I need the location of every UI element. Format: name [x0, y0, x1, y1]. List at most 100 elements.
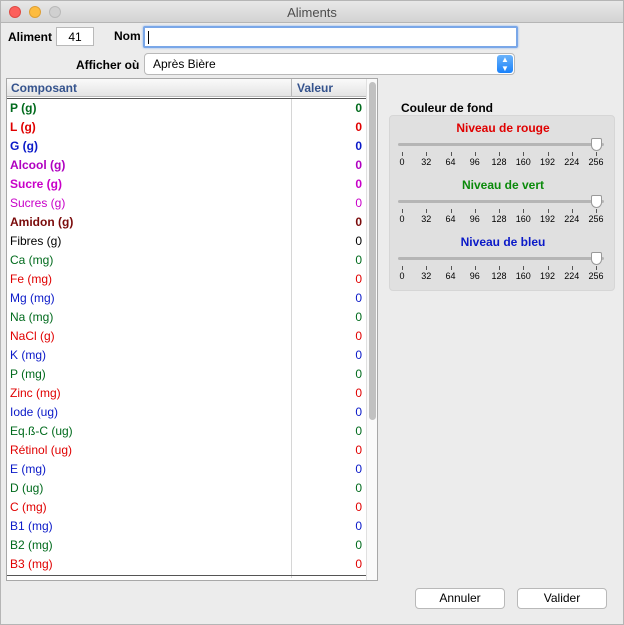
slider-knob[interactable]	[591, 252, 602, 265]
table-row[interactable]: Na (mg) 0	[7, 307, 366, 326]
valeur-cell[interactable]: 0	[355, 120, 362, 134]
valider-button[interactable]: Valider	[517, 588, 607, 609]
aliment-label: Aliment	[8, 30, 53, 44]
table-row[interactable]: L (g) 0	[7, 117, 366, 136]
slider-tick	[523, 266, 525, 270]
table-row[interactable]: Alcool (g) 0	[7, 155, 366, 174]
table-row[interactable]: Sucres (g) 0	[7, 193, 366, 212]
slider-tick-label: 224	[564, 157, 580, 167]
table-row[interactable]: Fibres (g) 0	[7, 231, 366, 250]
valeur-cell[interactable]: 0	[355, 234, 362, 248]
nom-input[interactable]	[143, 26, 518, 48]
slider-tick	[426, 266, 428, 270]
valeur-cell[interactable]: 0	[355, 158, 362, 172]
valeur-cell[interactable]: 0	[355, 272, 362, 286]
table-row[interactable]: Mg (mg) 0	[7, 288, 366, 307]
valeur-cell[interactable]: 0	[355, 443, 362, 457]
valeur-cell[interactable]: 0	[355, 348, 362, 362]
scrollbar-thumb[interactable]	[369, 82, 376, 420]
table-row[interactable]: Amidon (g) 0	[7, 212, 366, 231]
composant-cell: E (mg)	[10, 462, 46, 476]
slider-tick	[499, 209, 500, 213]
column-header-valeur[interactable]: Valeur	[297, 81, 333, 95]
slider-tick	[571, 209, 573, 213]
slider-tick	[450, 152, 452, 156]
valeur-cell[interactable]: 0	[355, 310, 362, 324]
composant-cell: Sucres (g)	[10, 196, 66, 210]
valeur-cell[interactable]: 0	[355, 291, 362, 305]
slider-tick-label: 192	[539, 157, 556, 167]
vertical-scrollbar[interactable]	[366, 79, 377, 580]
table-row[interactable]: P (g) 0	[7, 98, 366, 117]
slider-track[interactable]	[398, 200, 604, 203]
slider-tick-label: 224	[564, 214, 580, 224]
slider-knob[interactable]	[591, 195, 602, 208]
afficher-select-value: Après Bière	[153, 57, 216, 71]
valeur-cell[interactable]: 0	[355, 215, 362, 229]
slider-tick	[426, 209, 428, 213]
slider-tick	[596, 266, 597, 270]
slider-tick-label: 32	[421, 157, 432, 167]
slider-tick	[523, 209, 525, 213]
table-row[interactable]: G (g) 0	[7, 136, 366, 155]
table-row[interactable]: B3 (mg) 0	[7, 554, 366, 573]
valeur-cell[interactable]: 0	[355, 177, 362, 191]
composant-cell: D (ug)	[10, 481, 44, 495]
valeur-cell[interactable]: 0	[355, 519, 362, 533]
table-row[interactable]: Eq.ß-C (ug) 0	[7, 421, 366, 440]
valeur-cell[interactable]: 0	[355, 367, 362, 381]
table-row[interactable]: Ca (mg) 0	[7, 250, 366, 269]
chevron-updown-icon[interactable]: ▲ ▼	[497, 55, 513, 73]
table-row[interactable]: E (mg) 0	[7, 459, 366, 478]
table-row[interactable]: Sucre (g) 0	[7, 174, 366, 193]
slider-tick	[596, 209, 597, 213]
slider-tick	[474, 266, 476, 270]
table-row[interactable]: Rétinol (ug) 0	[7, 440, 366, 459]
slider-knob[interactable]	[591, 138, 602, 151]
valeur-cell[interactable]: 0	[355, 538, 362, 552]
annuler-button[interactable]: Annuler	[415, 588, 505, 609]
valeur-cell[interactable]: 0	[355, 196, 362, 210]
composant-cell: Rétinol (ug)	[10, 443, 73, 457]
valeur-cell[interactable]: 0	[355, 253, 362, 267]
slider-tick-label: 0	[399, 157, 405, 167]
slider-track[interactable]	[398, 257, 604, 260]
afficher-select[interactable]: Après Bière ▲ ▼	[144, 53, 515, 75]
slider-tick	[402, 266, 403, 270]
table-row[interactable]: D (ug) 0	[7, 478, 366, 497]
slider-tick-label: 0	[399, 271, 405, 281]
slider-track[interactable]	[398, 143, 604, 146]
slider-tick	[499, 152, 500, 156]
valeur-cell[interactable]: 0	[355, 329, 362, 343]
valeur-cell[interactable]: 0	[355, 101, 362, 115]
valeur-cell[interactable]: 0	[355, 500, 362, 514]
valeur-cell[interactable]: 0	[355, 405, 362, 419]
slider-tick-label: 96	[469, 157, 480, 167]
column-header-composant[interactable]: Composant	[11, 81, 77, 95]
table-row[interactable]: Iode (ug) 0	[7, 402, 366, 421]
table-row[interactable]: B2 (mg) 0	[7, 535, 366, 554]
slider-tick	[523, 152, 525, 156]
slider-tick	[426, 152, 428, 156]
table-row[interactable]: Fe (mg) 0	[7, 269, 366, 288]
composant-cell: P (g)	[10, 101, 37, 115]
valeur-cell[interactable]: 0	[355, 557, 362, 571]
composant-cell: Alcool (g)	[10, 158, 66, 172]
composant-cell: C (mg)	[10, 500, 47, 514]
table-row[interactable]: Zinc (mg) 0	[7, 383, 366, 402]
table-row[interactable]: B1 (mg) 0	[7, 516, 366, 535]
table-row[interactable]: K (mg) 0	[7, 345, 366, 364]
valeur-cell[interactable]: 0	[355, 481, 362, 495]
valeur-cell[interactable]: 0	[355, 139, 362, 153]
composant-cell: B2 (mg)	[10, 538, 53, 552]
table-row[interactable]: P (mg) 0	[7, 364, 366, 383]
table-row[interactable]: NaCl (g) 0	[7, 326, 366, 345]
valeur-cell[interactable]: 0	[355, 424, 362, 438]
aliment-number-field[interactable]: 41	[56, 27, 94, 46]
composant-cell: Iode (ug)	[10, 405, 59, 419]
slider-tick-label: 64	[445, 214, 456, 224]
table-row[interactable]: C (mg) 0	[7, 497, 366, 516]
valeur-cell[interactable]: 0	[355, 462, 362, 476]
text-caret	[148, 31, 149, 44]
valeur-cell[interactable]: 0	[355, 386, 362, 400]
